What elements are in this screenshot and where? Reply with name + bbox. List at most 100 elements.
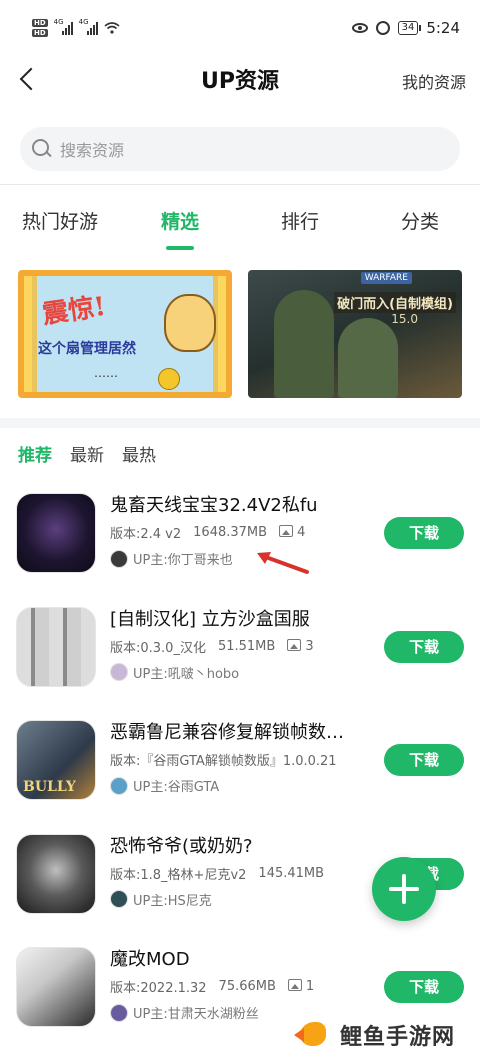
section-divider xyxy=(0,418,480,428)
image-count: 4 xyxy=(279,525,305,540)
app-icon: BULLY xyxy=(16,720,96,800)
signal-icon-2: 4G xyxy=(78,18,98,35)
subtab-latest[interactable]: 最新 xyxy=(70,441,104,466)
uploader-name: UP主:谷雨GTA xyxy=(133,780,220,795)
subtab-recommended[interactable]: 推荐 xyxy=(18,441,52,466)
image-icon xyxy=(287,979,302,991)
uploader[interactable]: UP主:吼啵丶hobo xyxy=(110,663,239,682)
uploader-name: UP主:吼啵丶hobo xyxy=(133,666,240,682)
search-placeholder: 搜索资源 xyxy=(60,141,125,160)
avatar xyxy=(110,890,128,908)
watermark-text: 鲤鱼手游网 xyxy=(340,1025,456,1050)
annotation-arrow-icon xyxy=(257,552,309,574)
cartoon-face-image xyxy=(164,294,216,352)
uploader-name: UP主:你丁哥来也 xyxy=(133,553,233,568)
download-button[interactable]: 下载 xyxy=(384,971,464,1003)
back-arrow-icon[interactable] xyxy=(16,66,40,92)
image-icon xyxy=(279,525,294,537)
app-name: 恶霸鲁尼兼容修复解锁帧数… xyxy=(110,722,344,743)
subtab-hottest[interactable]: 最热 xyxy=(122,441,156,466)
tab-ranking[interactable]: 排行 xyxy=(240,195,360,251)
app-size: 1648.37MB xyxy=(193,525,268,540)
image-count: 3 xyxy=(287,638,314,654)
banner-game-title: 破门而入(自制模组) xyxy=(334,292,456,313)
app-meta: 版本:『谷雨GTA解锁帧数版』1.0.0.21 xyxy=(110,750,337,769)
uploader[interactable]: UP主:甘肃天水湖粉丝 xyxy=(110,1003,259,1022)
wifi-icon xyxy=(104,22,120,34)
app-icon xyxy=(16,947,96,1027)
emoji-icon xyxy=(158,368,180,390)
header-bar: UP资源 我的资源 xyxy=(0,56,480,102)
banner-subtitle: 这个扇管理居然 xyxy=(38,341,136,357)
fish-logo-icon xyxy=(294,1016,334,1054)
app-meta: 版本:2022.1.32 75.66MB 1 xyxy=(110,977,314,996)
app-name: 魔改MOD xyxy=(110,949,190,970)
download-button[interactable]: 下载 xyxy=(384,630,464,663)
app-meta: 版本:0.3.0_汉化 51.51MB 3 xyxy=(110,637,314,656)
uploader[interactable]: UP主:谷雨GTA xyxy=(110,776,219,795)
list-item[interactable]: 鬼畜天线宝宝32.4V2私fu 版本:2.4 v2 1648.37MB 4 UP… xyxy=(0,488,480,602)
tab-category[interactable]: 分类 xyxy=(360,195,480,251)
banner-version: 15.0 xyxy=(391,312,418,326)
banner-ellipsis: …… xyxy=(94,366,118,380)
uploader-name: UP主:甘肃天水湖粉丝 xyxy=(133,1007,259,1022)
network-label-1: 4G xyxy=(53,18,64,26)
download-button[interactable]: 下载 xyxy=(384,517,464,549)
banner-card[interactable]: 震惊! 这个扇管理居然 …… xyxy=(18,270,232,398)
app-size: 75.66MB xyxy=(218,979,276,994)
app-version: 版本:2022.1.32 xyxy=(110,981,207,996)
my-resources-link[interactable]: 我的资源 xyxy=(402,69,466,93)
avatar xyxy=(110,776,128,795)
watermark: 鲤鱼手游网 xyxy=(294,1016,455,1054)
app-size: 145.41MB xyxy=(258,865,325,881)
divider xyxy=(0,184,480,185)
status-time: 5:24 xyxy=(426,19,460,37)
app-size: 51.51MB xyxy=(217,638,276,654)
list-item[interactable]: [自制汉化] 立方沙盒国服 版本:0.3.0_汉化 51.51MB 3 UP主:… xyxy=(0,602,480,716)
uploader[interactable]: UP主:HS尼克 xyxy=(110,890,212,909)
tab-hot-games[interactable]: 热门好游 xyxy=(0,195,120,251)
battery-icon: 34 xyxy=(397,21,422,35)
avatar xyxy=(110,663,128,681)
avatar xyxy=(110,549,128,568)
app-version: 版本:2.4 v2 xyxy=(110,527,182,542)
image-count: 1 xyxy=(287,979,315,994)
banner-badge: WARFARE xyxy=(360,272,412,284)
app-meta: 版本:2.4 v2 1648.37MB 4 xyxy=(110,523,305,542)
bully-logo-text: BULLY xyxy=(23,779,76,795)
banner-carousel: 震惊! 这个扇管理居然 …… WARFARE 破门而入(自制模组) 15.0 xyxy=(18,270,462,398)
network-label-2: 4G xyxy=(78,18,89,26)
soldier-image xyxy=(338,318,398,398)
eye-comfort-icon xyxy=(351,23,368,33)
banner-card[interactable]: WARFARE 破门而入(自制模组) 15.0 xyxy=(248,270,462,398)
app-icon xyxy=(16,493,96,573)
app-name: [自制汉化] 立方沙盒国服 xyxy=(110,608,310,630)
download-button[interactable]: 下载 xyxy=(384,744,464,776)
top-tabs: 热门好游 精选 排行 分类 xyxy=(0,195,480,251)
hd-icon: HD HD xyxy=(32,19,48,37)
hd-label-top: HD xyxy=(32,19,48,27)
signal-icon-1: 4G xyxy=(53,18,73,35)
app-icon xyxy=(16,833,96,914)
uploader[interactable]: UP主:你丁哥来也 xyxy=(110,549,233,568)
resource-list: 鬼畜天线宝宝32.4V2私fu 版本:2.4 v2 1648.37MB 4 UP… xyxy=(0,488,480,1056)
list-item[interactable]: BULLY 恶霸鲁尼兼容修复解锁帧数… 版本:『谷雨GTA解锁帧数版』1.0.0… xyxy=(0,715,480,829)
image-count-value: 3 xyxy=(305,638,314,654)
status-bar: HD HD 4G 4G 34 5:24 xyxy=(0,0,480,56)
search-icon xyxy=(32,139,52,159)
app-name: 鬼畜天线宝宝32.4V2私fu xyxy=(110,495,318,516)
app-name: 恐怖爷爷(或奶奶? xyxy=(110,835,253,857)
app-version: 版本:0.3.0_汉化 xyxy=(110,640,206,656)
sub-tabs: 推荐 最新 最热 xyxy=(18,441,156,466)
image-count-value: 1 xyxy=(305,979,315,994)
status-left: HD HD 4G 4G xyxy=(32,18,120,37)
image-icon xyxy=(287,638,302,651)
tab-featured[interactable]: 精选 xyxy=(120,195,240,251)
app-version: 版本:『谷雨GTA解锁帧数版』1.0.0.21 xyxy=(110,754,337,769)
avatar xyxy=(110,1003,128,1022)
hd-label-bottom: HD xyxy=(32,29,48,37)
add-resource-button[interactable] xyxy=(372,857,436,921)
app-icon xyxy=(16,606,96,687)
app-meta: 版本:1.8_格林+尼克v2 145.41MB xyxy=(110,864,324,883)
search-input[interactable]: 搜索资源 xyxy=(20,127,460,171)
